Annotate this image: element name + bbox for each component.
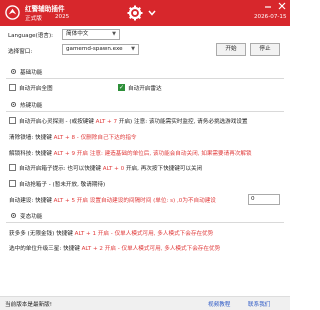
hotkey-row-clear-walls: 清除铁墙: 快捷键 ALT + 8 - 仅删除自己下达的指令: [9, 133, 137, 141]
auto-ally-checkbox[interactable]: [9, 84, 16, 91]
contact-us-link[interactable]: 联系我们: [248, 300, 270, 308]
row-text: 清除铁墙: 快捷键: [9, 135, 54, 141]
auto-radar-label: 自动开启雷达: [128, 86, 162, 92]
row-text: 开启 - 仅单人模式可用, 多人模式下会存在优势: [96, 231, 214, 237]
hotkey-row-auto-crate: 自动抢箱子 - (暂未开放, 敬请期待): [19, 180, 105, 188]
row-text: 开启) 注意: 该功能需实时监控, 请务必挑选游戏设置: [117, 119, 248, 125]
row-text: 开启 设置自动建设的间隔时间 (单位: s) ,0为不自动建设: [75, 198, 216, 204]
row-text: 自动开启心灵探测 - (或按键键: [19, 119, 96, 125]
hotkey-badge: ALT + 0: [102, 166, 125, 172]
process-select-value: gamemd-spawn.exe: [66, 46, 123, 52]
hotkey-row-mind-detect: 自动开启心灵探测 - (或按键键 ALT + 7 开启) 注意: 该功能需实时监…: [19, 117, 248, 125]
hotkey-badge: ALT + 8: [53, 135, 76, 141]
mind-detect-checkbox[interactable]: [9, 117, 16, 124]
divider: [6, 78, 284, 79]
basic-section-title: 基础功能: [20, 70, 43, 76]
row-text: 自动抢箱子 - (暂未开放, 敬请期待): [19, 182, 106, 188]
cheat-row-money: 获多多 (无限金钱) 快捷键 ALT + 1 开启 - 仅单人模式可用, 多人模…: [9, 229, 213, 237]
stop-button[interactable]: 停止: [250, 43, 280, 56]
row-text: 解锁科技: 快捷键: [9, 151, 54, 157]
row-text: 自动开启箱子提示: 也可以快捷键: [19, 166, 103, 172]
hotkeys-section-header: 热键功能: [10, 101, 42, 109]
divider: [6, 222, 284, 223]
crate-hint-checkbox[interactable]: [9, 164, 16, 171]
hotkey-row-crate-hint: 自动开启箱子提示: 也可以快捷键 ALT + 0 开启, 再次按下快捷键可以关闭: [19, 164, 202, 172]
close-icon[interactable]: [276, 1, 288, 11]
auto-radar-checkbox[interactable]: [118, 83, 125, 92]
minimize-icon[interactable]: [262, 1, 274, 11]
hotkey-row-unlock-tech: 解锁科技: 快捷键 ALT + 9 开启 注意: 建造基础的单位后, 该功能会自…: [9, 149, 252, 157]
chevron-down-icon: ▼: [131, 46, 135, 52]
hotkey-badge: ALT + 7: [95, 119, 118, 125]
gear-icon: [10, 68, 17, 75]
edition-label: 正式版: [25, 16, 42, 22]
title-bar: 红警辅助插件 正式版 2025 2026-07-15: [0, 0, 290, 26]
row-text: 选中的单位升级三星: 快捷键: [9, 246, 82, 252]
language-select[interactable]: 简体中文 ▼: [62, 29, 120, 40]
hotkey-badge: ALT + 1: [74, 231, 97, 237]
start-button[interactable]: 开始: [216, 43, 246, 56]
process-select[interactable]: gamemd-spawn.exe ▼: [62, 44, 139, 55]
status-message: 当前版本是最新版!: [5, 302, 52, 308]
hotkey-badge: ALT + 2: [81, 246, 103, 252]
date-label: 2026-07-15: [254, 14, 287, 20]
basic-section-header: 基础功能: [10, 68, 42, 76]
row-text: - 仅删除自己下达的指令: [75, 135, 137, 141]
row-text: 自动建设: 快捷键: [9, 198, 54, 204]
hotkey-badge: ALT + 5: [53, 198, 76, 204]
row-text: 获多多 (无限金钱) 快捷键: [9, 231, 75, 237]
app-title: 红警辅助插件: [25, 5, 65, 13]
logo-icon: [5, 5, 20, 20]
row-text: 开启 注意: 建造基础的单位后, 该功能会自动关闭, 如果需要请再次解锁: [75, 151, 252, 157]
gear-icon[interactable]: [127, 5, 143, 21]
build-interval-input[interactable]: 0: [248, 194, 280, 205]
year-label: 2025: [55, 14, 70, 20]
status-bar: 当前版本是最新版! 视频教程 联系我们: [0, 296, 290, 310]
cheat-row-elite: 选中的单位升级三星: 快捷键 ALT + 2 开启 - 仅单人模式可用, 多人模…: [9, 244, 220, 252]
video-tutorial-link[interactable]: 视频教程: [208, 300, 230, 308]
divider: [6, 111, 284, 112]
hotkey-badge: ALT + 9: [53, 151, 76, 157]
process-label: 选择窗口:: [8, 49, 33, 55]
hotkeys-section-title: 热键功能: [20, 103, 43, 109]
chevron-down-icon: ▼: [112, 31, 116, 37]
hotkey-row-auto-build: 自动建设: 快捷键 ALT + 5 开启 设置自动建设的间隔时间 (单位: s)…: [9, 196, 216, 204]
row-text: 开启, 再次按下快捷键可以关闭: [124, 166, 203, 172]
gear-icon: [10, 212, 17, 219]
auto-ally-label: 自动开启全图: [19, 86, 53, 92]
gear-icon: [10, 101, 17, 108]
row-text: 开启 - 仅单人模式可用, 多人模式下会存在优势: [102, 246, 221, 252]
language-label: Language(语言):: [8, 33, 54, 39]
cheats-section-title: 变态功能: [20, 214, 43, 220]
cheats-section-header: 变态功能: [10, 212, 42, 220]
chevron-down-icon[interactable]: [147, 8, 157, 18]
auto-crate-checkbox[interactable]: [9, 180, 16, 187]
language-select-value: 简体中文: [66, 31, 89, 37]
